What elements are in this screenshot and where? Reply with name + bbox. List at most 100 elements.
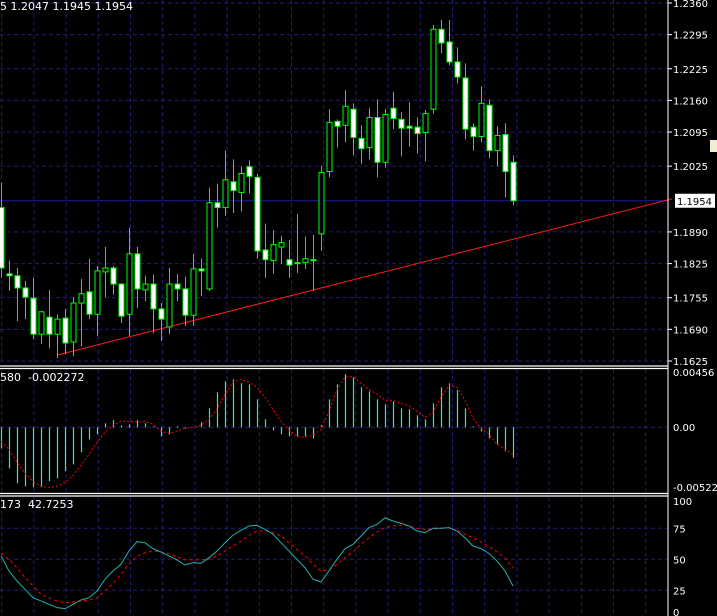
candle-body bbox=[390, 107, 397, 119]
candle bbox=[422, 110, 429, 162]
price-tick-label: 1.2095 bbox=[673, 128, 708, 139]
price-tick-label: 1.2160 bbox=[673, 96, 708, 107]
candle-body bbox=[350, 108, 357, 138]
macd-panel[interactable] bbox=[0, 374, 515, 488]
candle-body bbox=[22, 287, 29, 298]
candle-body bbox=[70, 302, 77, 343]
candle-body bbox=[158, 308, 165, 320]
candle-body bbox=[422, 113, 429, 134]
candle-body bbox=[270, 244, 277, 262]
candle bbox=[190, 253, 197, 326]
candle bbox=[326, 109, 333, 178]
candle bbox=[398, 112, 405, 157]
candle-body bbox=[142, 283, 149, 291]
candle bbox=[462, 63, 469, 140]
candle bbox=[406, 102, 413, 147]
candle-body bbox=[166, 283, 173, 328]
candle-body bbox=[118, 283, 125, 317]
price-panel[interactable] bbox=[0, 20, 673, 359]
candle bbox=[54, 314, 61, 359]
candle-body bbox=[86, 291, 93, 315]
candle bbox=[246, 160, 253, 194]
candle bbox=[270, 229, 277, 274]
candle-body bbox=[190, 268, 197, 316]
trade-levels-icon[interactable] bbox=[710, 140, 717, 152]
candle-body bbox=[438, 28, 445, 44]
candle-body bbox=[326, 121, 333, 173]
candle bbox=[278, 235, 285, 265]
stochastic-tick-label: 75 bbox=[673, 524, 686, 535]
candle-body bbox=[334, 120, 341, 127]
candle-body bbox=[214, 202, 221, 209]
candle-body bbox=[254, 176, 261, 252]
candle-body bbox=[406, 125, 413, 129]
candle bbox=[446, 20, 453, 66]
candle-body bbox=[62, 317, 69, 344]
candle-body bbox=[310, 259, 317, 262]
candle bbox=[478, 86, 485, 143]
candle-body bbox=[198, 268, 205, 272]
candle bbox=[134, 247, 141, 308]
macd-values-header: 580 -0.002272 bbox=[0, 371, 85, 384]
candle-body bbox=[494, 134, 501, 152]
candle bbox=[14, 267, 21, 322]
candle-body bbox=[6, 273, 13, 277]
candle-body bbox=[294, 262, 301, 265]
candle bbox=[126, 227, 133, 337]
candle bbox=[70, 297, 77, 357]
candle-body bbox=[182, 288, 189, 316]
candle bbox=[94, 266, 101, 337]
candle-body bbox=[318, 172, 325, 235]
bid-price-label: 1.1954 bbox=[677, 197, 712, 208]
candle-body bbox=[278, 242, 285, 248]
candle-body bbox=[454, 61, 461, 78]
price-axis[interactable]: 1.2360 1.2295 1.2225 1.2160 1.2095 1.2025 1.18… bbox=[0, 0, 717, 616]
candle bbox=[502, 123, 509, 198]
candle bbox=[30, 277, 37, 340]
candle bbox=[294, 213, 301, 273]
candle bbox=[102, 247, 109, 298]
candle-body bbox=[510, 161, 517, 202]
candle-body bbox=[374, 116, 381, 163]
candle bbox=[486, 99, 493, 159]
macd-signal-line bbox=[0, 375, 514, 488]
candle-body bbox=[414, 126, 421, 135]
candle-body bbox=[0, 207, 5, 269]
candle bbox=[342, 90, 349, 143]
price-tick-label: 1.1690 bbox=[673, 325, 708, 336]
trendline bbox=[56, 198, 673, 356]
candle bbox=[454, 47, 461, 84]
candle-body bbox=[262, 249, 269, 261]
candle-body bbox=[126, 253, 133, 315]
stochastic-panel[interactable] bbox=[0, 517, 514, 610]
candle bbox=[110, 266, 117, 295]
candle bbox=[174, 273, 181, 302]
candle-body bbox=[38, 311, 45, 335]
candle bbox=[334, 119, 341, 148]
candle-body bbox=[78, 293, 85, 304]
candle-body bbox=[110, 267, 117, 285]
candle bbox=[430, 24, 437, 114]
macd-tick-label: 0.00 bbox=[673, 423, 695, 434]
candle-body bbox=[238, 172, 245, 193]
trading-chart[interactable]: 1.2360 1.2295 1.2225 1.2160 1.2095 1.2025 1.18… bbox=[0, 0, 717, 616]
stochastic-tick-label: 50 bbox=[673, 555, 686, 566]
candle-body bbox=[470, 126, 477, 137]
candle bbox=[86, 258, 93, 320]
candle-body bbox=[46, 316, 53, 335]
candle-body bbox=[174, 283, 181, 290]
candle-body bbox=[342, 105, 349, 126]
stochastic-tick-label: 100 bbox=[673, 497, 692, 508]
candle bbox=[206, 187, 213, 291]
candle-body bbox=[206, 202, 213, 290]
candle bbox=[438, 20, 445, 54]
candle bbox=[166, 267, 173, 335]
candle bbox=[230, 159, 237, 213]
candle bbox=[46, 289, 53, 349]
candle bbox=[22, 281, 29, 320]
candle-body bbox=[302, 258, 309, 264]
candle bbox=[414, 117, 421, 154]
candle bbox=[214, 183, 221, 228]
candle-body bbox=[246, 166, 253, 177]
candle bbox=[118, 283, 125, 324]
